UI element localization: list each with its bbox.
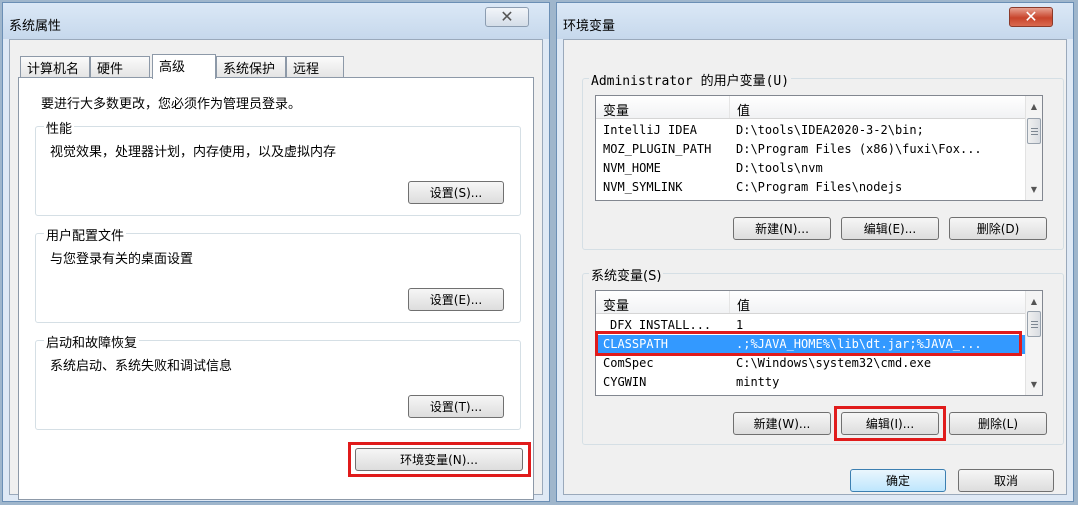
user-edit-button[interactable]: 编辑(E)... <box>841 217 939 240</box>
vertical-scrollbar[interactable]: ▲ ▼ <box>1025 291 1042 395</box>
table-row[interactable]: CYGWIN mintty <box>596 373 1025 392</box>
variable-value: C:\Windows\system32\cmd.exe <box>736 356 932 370</box>
variable-value: C:\Program Files\nodejs <box>736 180 903 194</box>
system-new-button[interactable]: 新建(W)... <box>733 412 831 435</box>
user-profiles-group: 用户配置文件 与您登录有关的桌面设置 设置(E)... <box>35 225 521 323</box>
user-new-button[interactable]: 新建(N)... <box>733 217 831 240</box>
scroll-thumb[interactable] <box>1027 118 1041 144</box>
tab-system-protection[interactable]: 系统保护 <box>216 56 286 77</box>
column-header-variable[interactable]: 变量 <box>603 100 629 119</box>
table-row[interactable]: MOZ_PLUGIN_PATH D:\Program Files (x86)\f… <box>596 140 1025 159</box>
close-icon[interactable]: ✕ <box>485 7 529 27</box>
title-bar: 环境变量 ✕ <box>557 3 1073 39</box>
system-delete-button[interactable]: 删除(L) <box>949 412 1047 435</box>
scroll-up-arrow-icon[interactable]: ▲ <box>1026 293 1042 310</box>
variable-name: IntelliJ IDEA <box>603 123 697 137</box>
performance-settings-button[interactable]: 设置(S)... <box>408 181 504 204</box>
variable-value: D:\tools\nvm <box>736 161 823 175</box>
system-variables-group: 系统变量(S) 变量 值 DFX_INSTALL... 1 CLASSPATH … <box>582 265 1064 445</box>
table-row[interactable]: IntelliJ IDEA D:\tools\IDEA2020-3-2\bin; <box>596 121 1025 140</box>
system-variables-list[interactable]: 变量 值 DFX_INSTALL... 1 CLASSPATH .;%JAVA_… <box>595 290 1043 396</box>
performance-group: 性能 视觉效果，处理器计划，内存使用，以及虚拟内存 设置(S)... <box>35 118 521 216</box>
system-properties-window: 系统属性 ✕ 计算机名 硬件 高级 系统保护 远程 要进行大多数更改，您必须作为… <box>2 2 550 502</box>
scroll-thumb[interactable] <box>1027 311 1041 337</box>
table-row-selected[interactable]: CLASSPATH .;%JAVA_HOME%\lib\dt.jar;%JAVA… <box>596 335 1025 354</box>
variable-name: MOZ_PLUGIN_PATH <box>603 142 712 156</box>
user-profiles-label: 用户配置文件 <box>44 225 127 244</box>
variable-name: CYGWIN <box>603 375 647 389</box>
window-title: 系统属性 <box>9 19 62 34</box>
dialog-body: Administrator 的用户变量(U) 变量 值 IntelliJ IDE… <box>563 39 1067 495</box>
user-variables-label: Administrator 的用户变量(U) <box>589 70 792 89</box>
column-header-variable[interactable]: 变量 <box>603 295 629 314</box>
scroll-down-arrow-icon[interactable]: ▼ <box>1026 376 1042 393</box>
advanced-tab-page: 要进行大多数更改，您必须作为管理员登录。 性能 视觉效果，处理器计划，内存使用，… <box>18 77 534 500</box>
variable-name: NVM_HOME <box>603 161 661 175</box>
environment-variables-window: 环境变量 ✕ Administrator 的用户变量(U) 变量 值 Intel… <box>556 2 1074 502</box>
tab-hardware[interactable]: 硬件 <box>90 56 150 77</box>
system-variables-label: 系统变量(S) <box>589 265 664 284</box>
variable-name: ComSpec <box>603 356 654 370</box>
user-variables-list[interactable]: 变量 值 IntelliJ IDEA D:\tools\IDEA2020-3-2… <box>595 95 1043 201</box>
list-header: 变量 值 <box>596 96 1025 119</box>
table-row[interactable]: NVM_HOME D:\tools\nvm <box>596 159 1025 178</box>
column-header-value[interactable]: 值 <box>737 295 750 314</box>
startup-recovery-description: 系统启动、系统失败和调试信息 <box>50 359 233 374</box>
table-row[interactable]: ComSpec C:\Windows\system32\cmd.exe <box>596 354 1025 373</box>
column-separator <box>729 96 730 118</box>
tab-remote[interactable]: 远程 <box>286 56 344 77</box>
variable-value: D:\Program Files (x86)\fuxi\Fox... <box>736 142 982 156</box>
scroll-up-arrow-icon[interactable]: ▲ <box>1026 98 1042 115</box>
variable-value: 1 <box>736 318 744 332</box>
user-variables-group: Administrator 的用户变量(U) 变量 值 IntelliJ IDE… <box>582 70 1064 250</box>
variable-value: .;%JAVA_HOME%\lib\dt.jar;%JAVA_... <box>736 337 982 351</box>
variable-name: NVM_SYMLINK <box>603 180 683 194</box>
environment-variables-button[interactable]: 环境变量(N)... <box>355 448 523 471</box>
variable-name: DFX_INSTALL... <box>610 318 712 332</box>
tab-computer-name[interactable]: 计算机名 <box>20 56 90 77</box>
variable-value: D:\tools\IDEA2020-3-2\bin; <box>736 123 924 137</box>
close-icon[interactable]: ✕ <box>1009 7 1053 27</box>
startup-recovery-group: 启动和故障恢复 系统启动、系统失败和调试信息 设置(T)... <box>35 332 521 430</box>
dialog-body: 计算机名 硬件 高级 系统保护 远程 要进行大多数更改，您必须作为管理员登录。 … <box>9 39 543 500</box>
table-row[interactable]: NVM_SYMLINK C:\Program Files\nodejs <box>596 178 1025 197</box>
user-delete-button[interactable]: 删除(D) <box>949 217 1047 240</box>
title-bar: 系统属性 ✕ <box>3 3 549 39</box>
cancel-button[interactable]: 取消 <box>958 469 1054 492</box>
variable-name: CLASSPATH <box>603 337 669 351</box>
startup-recovery-label: 启动和故障恢复 <box>44 332 140 351</box>
column-separator <box>729 291 730 313</box>
tab-advanced[interactable]: 高级 <box>152 54 216 79</box>
admin-note: 要进行大多数更改，您必须作为管理员登录。 <box>41 97 302 112</box>
column-header-value[interactable]: 值 <box>737 100 750 119</box>
table-row[interactable]: DFX_INSTALL... 1 <box>596 316 1025 335</box>
performance-label: 性能 <box>44 118 75 137</box>
system-edit-button[interactable]: 编辑(I)... <box>841 412 939 435</box>
ok-button[interactable]: 确定 <box>850 469 946 492</box>
user-profiles-settings-button[interactable]: 设置(E)... <box>408 288 504 311</box>
variable-value: mintty <box>736 375 780 389</box>
user-profiles-description: 与您登录有关的桌面设置 <box>50 252 194 267</box>
vertical-scrollbar[interactable]: ▲ ▼ <box>1025 96 1042 200</box>
list-header: 变量 值 <box>596 291 1025 314</box>
startup-recovery-settings-button[interactable]: 设置(T)... <box>408 395 504 418</box>
scroll-down-arrow-icon[interactable]: ▼ <box>1026 181 1042 198</box>
window-title: 环境变量 <box>563 19 616 34</box>
performance-description: 视觉效果，处理器计划，内存使用，以及虚拟内存 <box>50 145 337 160</box>
